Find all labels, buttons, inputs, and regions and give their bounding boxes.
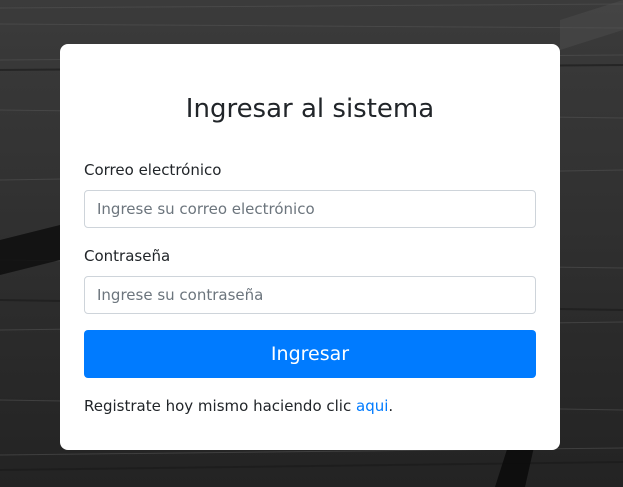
register-suffix: . — [388, 397, 394, 415]
login-card: Ingresar al sistema Correo electrónico C… — [60, 44, 560, 450]
page-title: Ingresar al sistema — [185, 94, 435, 124]
register-text: Registrate hoy mismo haciendo clic — [84, 397, 356, 415]
register-link[interactable]: aqui — [356, 397, 388, 415]
register-prompt: Registrate hoy mismo haciendo clic aqui. — [84, 396, 393, 416]
password-field[interactable] — [84, 276, 536, 314]
submit-button[interactable]: Ingresar — [84, 330, 536, 378]
password-label: Contraseña — [84, 247, 171, 265]
email-label: Correo electrónico — [84, 161, 222, 179]
email-field[interactable] — [84, 190, 536, 228]
